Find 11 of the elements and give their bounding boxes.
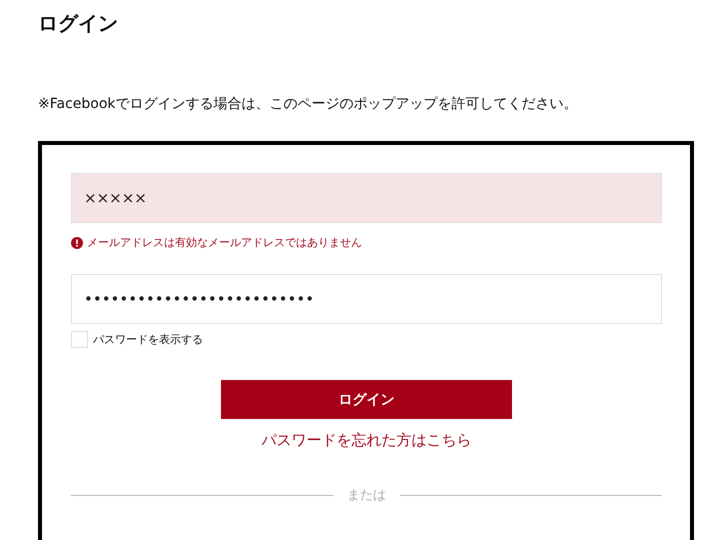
popup-notice: ※Facebookでログインする場合は、このページのポップアップを許可してください。 [38,95,578,113]
page-title: ログイン [38,10,118,37]
login-button[interactable]: ログイン [221,380,512,419]
divider-label: または [347,487,386,504]
forgot-password-link[interactable]: パスワードを忘れた方はこちら [262,431,472,450]
error-icon [71,236,83,248]
email-field[interactable]: ××××× [71,173,662,223]
password-field[interactable]: •••••••••••••••••••••••••• [71,274,662,324]
show-password-checkbox[interactable] [71,331,88,348]
show-password-label: パスワードを表示する [93,332,203,347]
error-message: メールアドレスは有効なメールアドレスではありません [87,235,362,250]
